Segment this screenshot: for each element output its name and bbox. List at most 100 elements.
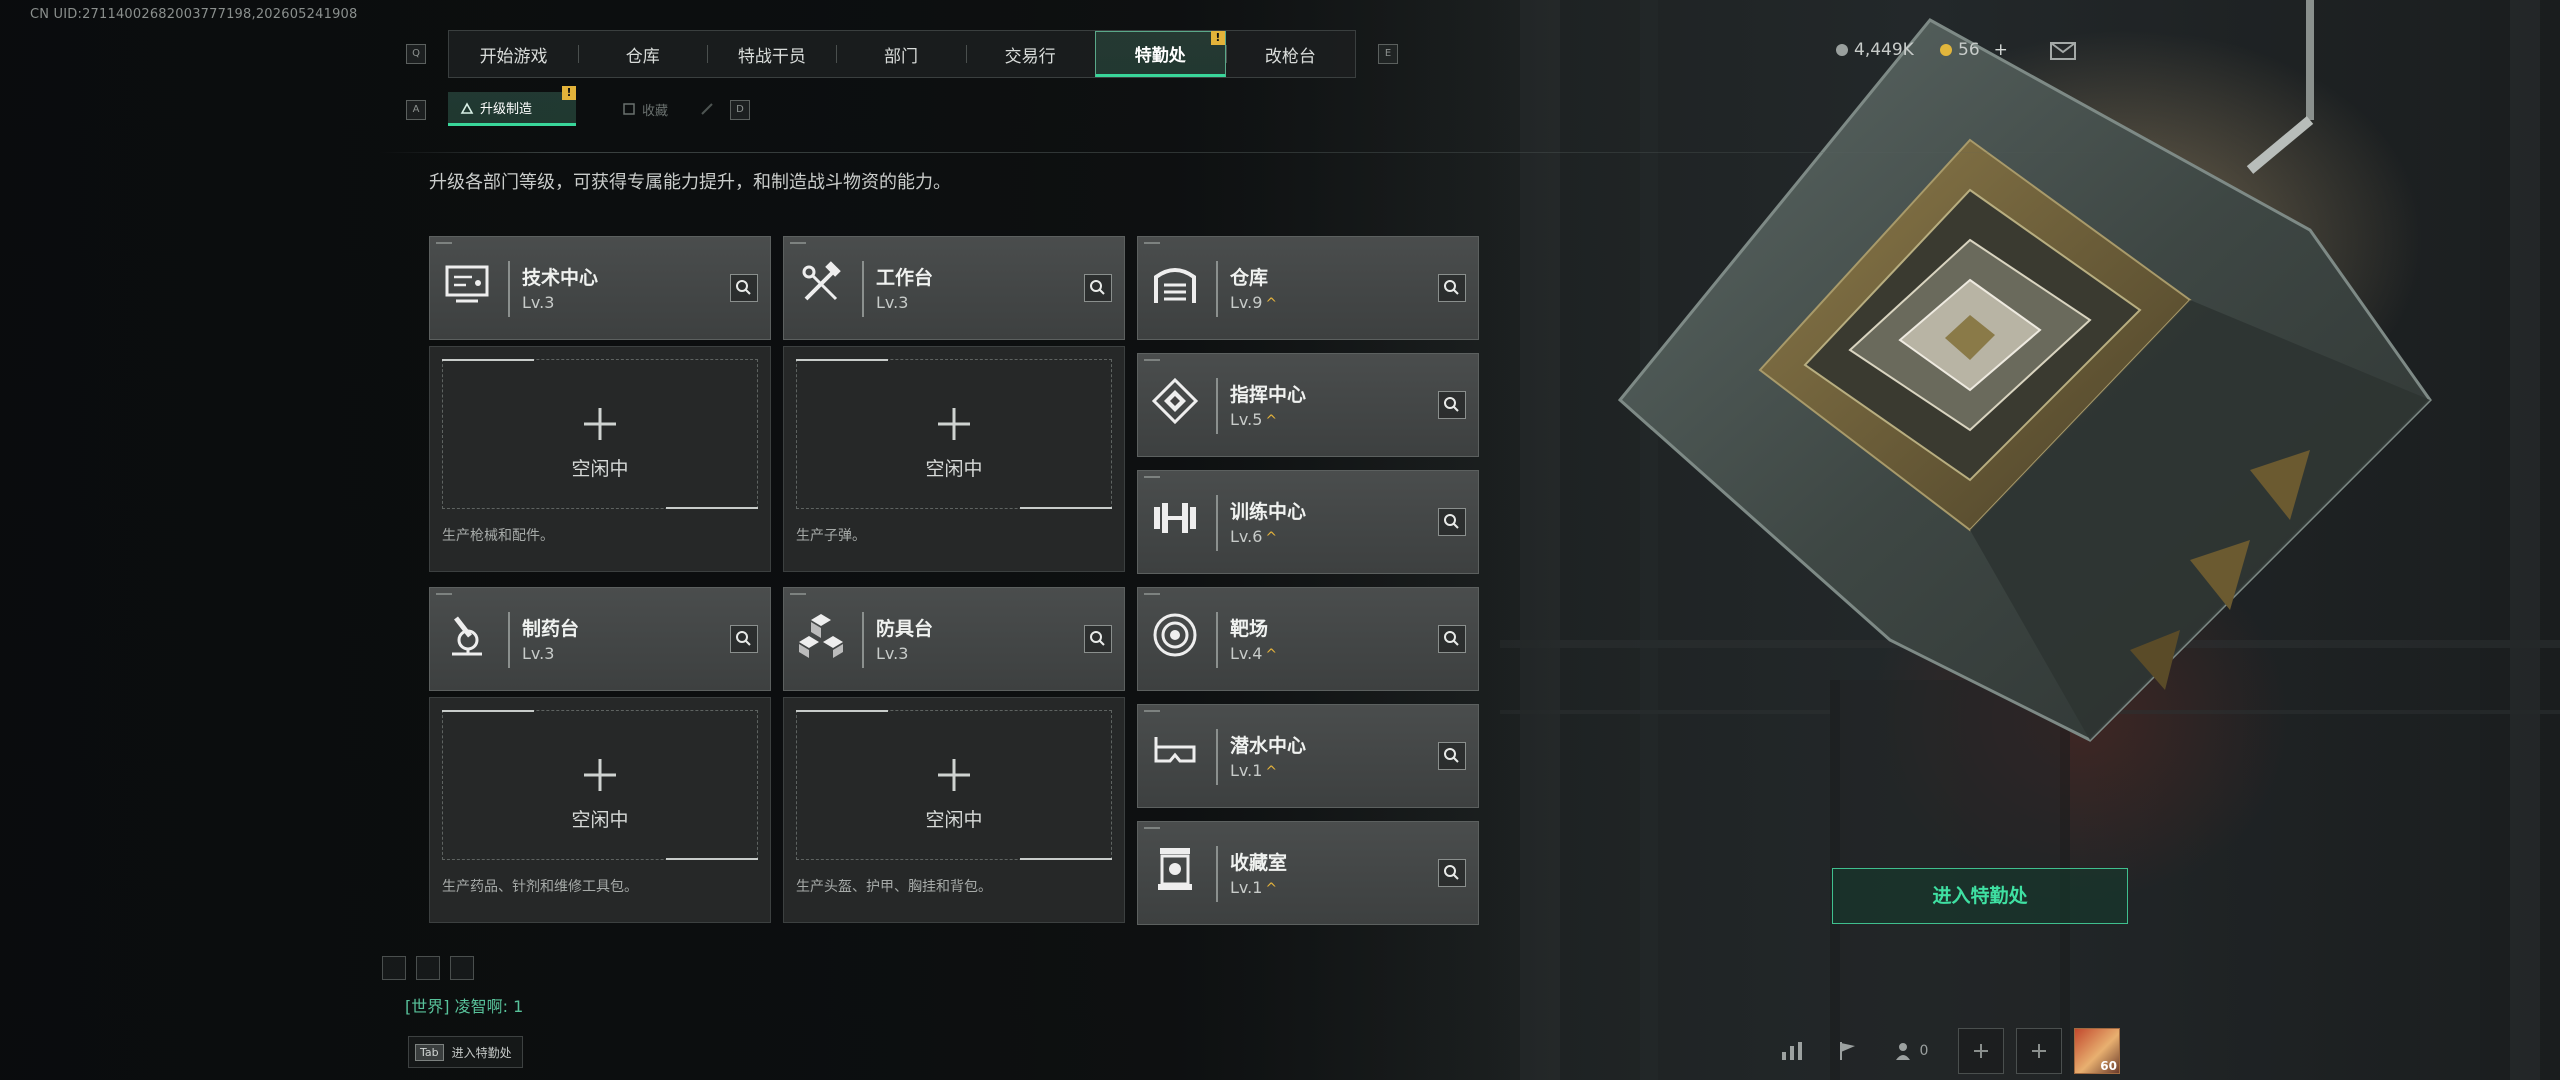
facility-name: 仓库: [1230, 267, 1269, 289]
search-icon: [1444, 865, 1459, 880]
facility-name: 靶场: [1230, 618, 1269, 640]
add-teammate-slot[interactable]: [2016, 1028, 2062, 1074]
facility-name: 工作台: [876, 267, 934, 289]
friends-count: 0: [1919, 1043, 1929, 1059]
chat-channel: [世界]: [405, 997, 450, 1016]
facility-card-command-center[interactable]: 指挥中心 Lv.5 ^: [1137, 353, 1479, 457]
facility-level: Lv.4 ^: [1230, 644, 1278, 663]
inspect-button[interactable]: [1438, 508, 1466, 536]
enter-special-ops-button[interactable]: 进入特勤处: [1832, 868, 2128, 924]
chat-channel-toggle[interactable]: [382, 956, 406, 980]
prev-subtab-key-hint[interactable]: A: [406, 100, 426, 120]
idle-production-slot[interactable]: 空闲中: [442, 359, 758, 509]
tab-warehouse[interactable]: 仓库: [578, 31, 707, 77]
facility-card-workbench[interactable]: 工作台 Lv.3: [783, 236, 1125, 340]
mail-icon[interactable]: [2050, 42, 2076, 60]
tab-start-game[interactable]: 开始游戏: [449, 31, 578, 77]
facility-name: 收藏室: [1230, 852, 1288, 874]
slot-status: 空闲中: [925, 809, 983, 831]
chip-icon: [1151, 377, 1199, 425]
facility-level: Lv.1 ^: [1230, 761, 1278, 780]
search-icon: [1444, 514, 1459, 529]
facility-level: Lv.9 ^: [1230, 293, 1278, 312]
trophy-case-icon: [1158, 848, 1192, 890]
player-avatar[interactable]: 60: [2074, 1028, 2120, 1074]
inspect-button[interactable]: [730, 625, 758, 653]
inspect-button[interactable]: [1438, 274, 1466, 302]
facility-card-pharmacy[interactable]: 制药台 Lv.3: [429, 587, 771, 691]
inspect-button[interactable]: [730, 274, 758, 302]
add-currency-button[interactable]: +: [1994, 40, 2008, 60]
facility-level: Lv.3: [876, 293, 909, 312]
facility-name: 防具台: [876, 618, 934, 640]
subtab-collection[interactable]: 收藏: [610, 92, 680, 126]
tab-trading[interactable]: 交易行: [965, 31, 1095, 77]
plus-icon: [2032, 1044, 2046, 1058]
slot-description: 生产头盔、护甲、胸挂和背包。: [796, 879, 992, 895]
subtab-upgrade-craft[interactable]: 升级制造 !: [448, 86, 576, 126]
diving-mask-icon: [1154, 737, 1196, 763]
enter-special-ops-shortcut[interactable]: Tab 进入特勤处: [408, 1036, 523, 1068]
chat-channel-toggle[interactable]: [416, 956, 440, 980]
upgrade-available-icon: ^: [1265, 413, 1278, 429]
flag-button[interactable]: [1820, 1028, 1876, 1074]
tab-special-ops[interactable]: 特勤处 !: [1094, 31, 1226, 77]
tools-icon: [802, 261, 841, 301]
search-icon: [1090, 280, 1105, 295]
inspect-button[interactable]: [1438, 859, 1466, 887]
prev-tab-key-hint[interactable]: Q: [406, 44, 426, 64]
chat-message: [世界] 凌智啊: 1: [405, 993, 523, 1017]
facility-card-collection-room[interactable]: 收藏室 Lv.1 ^: [1137, 821, 1479, 925]
chat-channel-toggle[interactable]: [450, 956, 474, 980]
next-tab-key-hint[interactable]: E: [1378, 44, 1398, 64]
add-teammate-slot[interactable]: [1958, 1028, 2004, 1074]
facility-card-warehouse[interactable]: 仓库 Lv.9 ^: [1137, 236, 1479, 340]
idle-production-slot[interactable]: 空闲中: [796, 359, 1112, 509]
inspect-button[interactable]: [1438, 742, 1466, 770]
tab-operators[interactable]: 特战干员: [707, 31, 836, 77]
tab-gunsmith[interactable]: 改枪台: [1225, 31, 1355, 77]
search-icon: [1444, 397, 1459, 412]
next-subtab-key-hint[interactable]: D: [730, 100, 750, 120]
facility-card-training-center[interactable]: 训练中心 Lv.6 ^: [1137, 470, 1479, 574]
plus-icon: [938, 408, 970, 440]
inspect-button[interactable]: [1438, 625, 1466, 653]
player-uid: CN UID:27114002682003777198,202605241908: [30, 7, 358, 22]
production-slot-panel: 空闲中 生产药品、针剂和维修工具包。: [429, 697, 771, 923]
slot-description: 生产枪械和配件。: [442, 528, 554, 544]
facility-card-shooting-range[interactable]: 靶场 Lv.4 ^: [1137, 587, 1479, 691]
facility-name: 训练中心: [1230, 501, 1307, 523]
tab-departments[interactable]: 部门: [836, 31, 965, 77]
idle-production-slot[interactable]: 空闲中: [442, 710, 758, 860]
search-icon: [1444, 631, 1459, 646]
upgrade-available-icon: ^: [1265, 530, 1278, 546]
facility-card-armor-bench[interactable]: 防具台 Lv.3: [783, 587, 1125, 691]
upgrade-available-icon: ^: [1265, 881, 1278, 897]
plus-icon: [584, 759, 616, 791]
slot-description: 生产子弹。: [796, 528, 866, 544]
facility-card-tech-center[interactable]: 技术中心 Lv.3: [429, 236, 771, 340]
search-icon: [736, 631, 751, 646]
inspect-button[interactable]: [1084, 274, 1112, 302]
facility-name: 指挥中心: [1230, 384, 1307, 406]
chat-text: 凌智啊: 1: [454, 997, 524, 1016]
production-slot-panel: 空闲中 生产头盔、护甲、胸挂和背包。: [783, 697, 1125, 923]
facility-level: Lv.5 ^: [1230, 410, 1278, 429]
inspect-button[interactable]: [1084, 625, 1112, 653]
inspect-button[interactable]: [1438, 391, 1466, 419]
cubes-icon: [799, 614, 843, 658]
player-level: 60: [2100, 1059, 2117, 1073]
slot-status: 空闲中: [571, 458, 629, 480]
friends-button[interactable]: 0: [1876, 1028, 1946, 1074]
friends-icon: [1895, 1043, 1910, 1060]
upgrade-available-icon: ^: [1265, 764, 1278, 780]
special-ops-cube-illustration: [1617, 0, 2432, 742]
plus-icon: [1974, 1044, 1988, 1058]
idle-production-slot[interactable]: 空闲中: [796, 710, 1112, 860]
facility-card-diving-center[interactable]: 潜水中心 Lv.1 ^: [1137, 704, 1479, 808]
tab-key: Tab: [415, 1043, 444, 1061]
stats-button[interactable]: [1764, 1028, 1820, 1074]
plus-icon: [938, 759, 970, 791]
facility-level: Lv.3: [522, 293, 555, 312]
notification-badge: !: [1210, 31, 1225, 45]
